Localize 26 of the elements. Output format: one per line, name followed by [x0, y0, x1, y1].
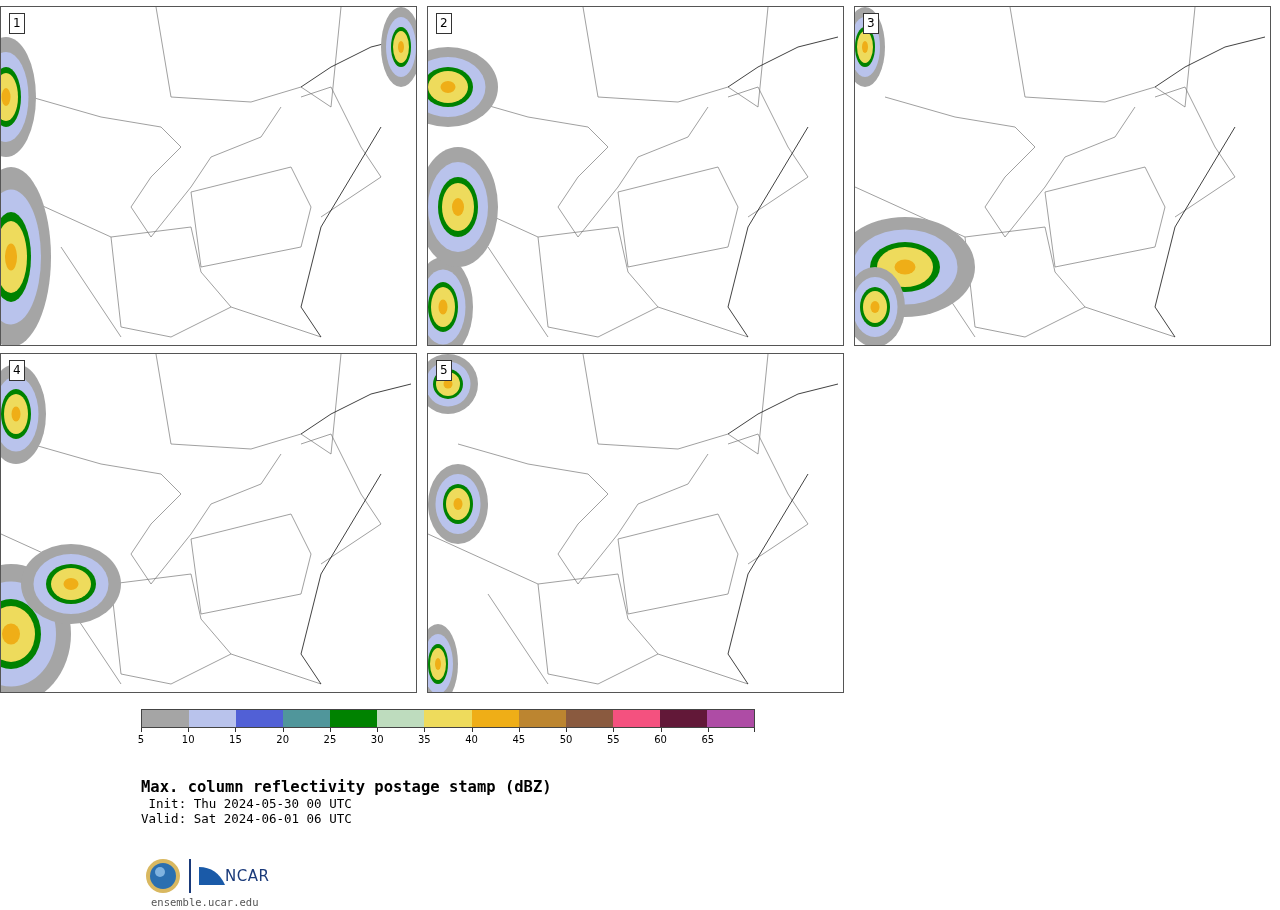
seal-logo-icon	[145, 858, 181, 894]
scale-tick-label: 60	[654, 734, 667, 746]
scale-tick-label: 30	[370, 734, 384, 746]
scale-tick-label: 55	[606, 734, 620, 746]
scale-tick-label: 25	[323, 734, 337, 746]
scale-tick-label: 20	[276, 734, 290, 746]
scale-tick-label: 15	[229, 734, 242, 746]
init-time: Init: Thu 2024-05-30 00 UTC	[147, 796, 353, 811]
scale-tick-label: 45	[512, 734, 526, 746]
arc-logo-icon	[199, 867, 225, 885]
valid-time: Valid: Sat 2024-06-01 06 UTC	[141, 811, 353, 826]
chart-title: Max. column reflectivity postage stamp (dBZ)	[141, 778, 553, 796]
divider-line-icon	[189, 859, 191, 893]
panel-number: 4	[9, 360, 25, 381]
panel-number: 3	[863, 13, 879, 34]
scale-tick-label: 65	[701, 734, 715, 746]
scale-tick-label: 10	[181, 734, 195, 746]
scale-tick-label: 5	[137, 734, 145, 746]
panel-number: 1	[9, 13, 25, 34]
panel-number: 5	[436, 360, 452, 381]
logo-text: NCAR	[225, 867, 270, 885]
scale-tick-label: 35	[418, 734, 431, 746]
panel-number: 2	[436, 13, 452, 34]
scale-tick-label: 50	[559, 734, 573, 746]
website-url: ensemble.ucar.edu	[151, 896, 260, 909]
scale-tick-label: 40	[465, 734, 478, 746]
